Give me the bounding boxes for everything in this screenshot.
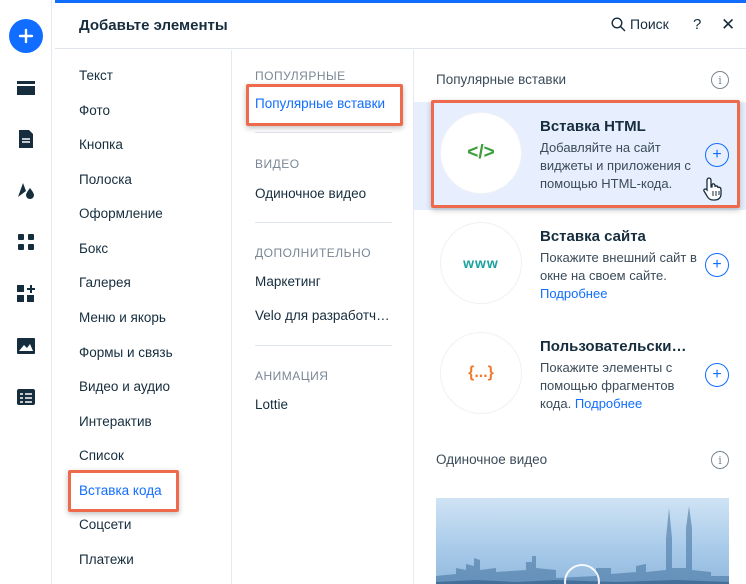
pages-button[interactable] bbox=[10, 123, 42, 155]
divider bbox=[255, 345, 392, 346]
element-card-custom-element[interactable]: {...} Пользовательский элемент Покажите … bbox=[414, 322, 746, 430]
add-section-button[interactable] bbox=[10, 72, 42, 104]
subcategory-marketing[interactable]: Маркетинг bbox=[255, 274, 395, 289]
learn-more-link[interactable]: Подробнее bbox=[540, 286, 607, 301]
search-label: Поиск bbox=[630, 16, 669, 32]
left-tool-rail bbox=[0, 0, 52, 584]
category-decorative[interactable]: Оформление bbox=[79, 206, 163, 221]
panel-title: Добавьте элементы bbox=[79, 17, 228, 34]
help-button[interactable]: ? bbox=[693, 16, 701, 33]
image-icon bbox=[17, 338, 35, 354]
cms-button[interactable] bbox=[10, 381, 42, 413]
search-button[interactable]: Поиск bbox=[611, 16, 669, 32]
card-description: Покажите внешний сайт в окне на своем са… bbox=[540, 250, 697, 301]
category-button[interactable]: Кнопка bbox=[79, 137, 123, 152]
section-header-extra: ДОПОЛНИТЕЛЬНО bbox=[255, 246, 372, 260]
card-title: Вставка сайта bbox=[540, 228, 646, 245]
category-interactive[interactable]: Интерактив bbox=[79, 414, 152, 429]
design-icon bbox=[18, 183, 34, 199]
table-icon bbox=[17, 389, 35, 405]
category-video-audio[interactable]: Видео и аудио bbox=[79, 379, 170, 394]
info-icon[interactable]: i bbox=[711, 71, 729, 89]
close-button[interactable]: ✕ bbox=[721, 15, 735, 35]
divider bbox=[255, 132, 392, 133]
section-header-animation: АНИМАЦИЯ bbox=[255, 369, 329, 383]
category-payments[interactable]: Платежи bbox=[79, 552, 134, 567]
category-forms[interactable]: Формы и связь bbox=[79, 345, 173, 360]
category-menu-anchor[interactable]: Меню и якорь bbox=[79, 310, 166, 325]
section-header-video: ВИДЕО bbox=[255, 157, 300, 171]
group-title-popular: Популярные вставки bbox=[436, 72, 567, 87]
category-box[interactable]: Бокс bbox=[79, 241, 108, 256]
curly-braces-icon: {...} bbox=[440, 332, 522, 414]
highlight-box bbox=[246, 84, 403, 126]
business-apps-button[interactable] bbox=[10, 278, 42, 310]
info-icon[interactable]: i bbox=[711, 451, 729, 469]
video-thumbnail[interactable] bbox=[436, 498, 729, 584]
divider bbox=[255, 222, 392, 223]
apps-icon bbox=[18, 234, 34, 250]
section-header-popular: ПОПУЛЯРНЫЕ bbox=[255, 69, 346, 83]
category-photo[interactable]: Фото bbox=[79, 103, 110, 118]
subcategory-lottie[interactable]: Lottie bbox=[255, 397, 395, 412]
card-description: Покажите элементы с помощью фрагментов к… bbox=[540, 360, 675, 411]
category-list-item[interactable]: Список bbox=[79, 448, 124, 463]
add-elements-button[interactable] bbox=[9, 19, 43, 53]
group-title-single-video: Одиночное видео bbox=[436, 452, 548, 467]
highlight-box bbox=[68, 470, 179, 512]
subcategory-velo[interactable]: Velo для разработчиков bbox=[255, 308, 395, 323]
subcategory-single-video[interactable]: Одиночное видео bbox=[255, 186, 395, 201]
category-social[interactable]: Соцсети bbox=[79, 517, 131, 532]
subcategory-list: ПОПУЛЯРНЫЕ Популярные вставки ВИДЕО Один… bbox=[232, 50, 414, 584]
add-element-button[interactable]: + bbox=[705, 363, 729, 387]
strip-icon bbox=[17, 81, 35, 95]
category-gallery[interactable]: Галерея bbox=[79, 275, 131, 290]
add-icon bbox=[18, 28, 34, 44]
site-design-button[interactable] bbox=[10, 174, 42, 206]
page-icon bbox=[19, 130, 33, 148]
card-title: Пользовательский элемент bbox=[540, 338, 690, 355]
apps-button[interactable] bbox=[10, 226, 42, 258]
add-element-button[interactable]: + bbox=[705, 253, 729, 277]
element-card-site-embed[interactable]: www Вставка сайта Покажите внешний сайт … bbox=[414, 212, 746, 320]
search-icon bbox=[611, 16, 626, 31]
puzzle-icon bbox=[17, 285, 35, 302]
panel-header: Добавьте элементы Поиск ? ✕ bbox=[55, 3, 746, 49]
category-text[interactable]: Текст bbox=[79, 68, 113, 83]
category-strip[interactable]: Полоска bbox=[79, 172, 132, 187]
highlight-box bbox=[431, 100, 740, 208]
learn-more-link[interactable]: Подробнее bbox=[575, 396, 642, 411]
www-icon: www bbox=[440, 222, 522, 304]
media-button[interactable] bbox=[10, 330, 42, 362]
